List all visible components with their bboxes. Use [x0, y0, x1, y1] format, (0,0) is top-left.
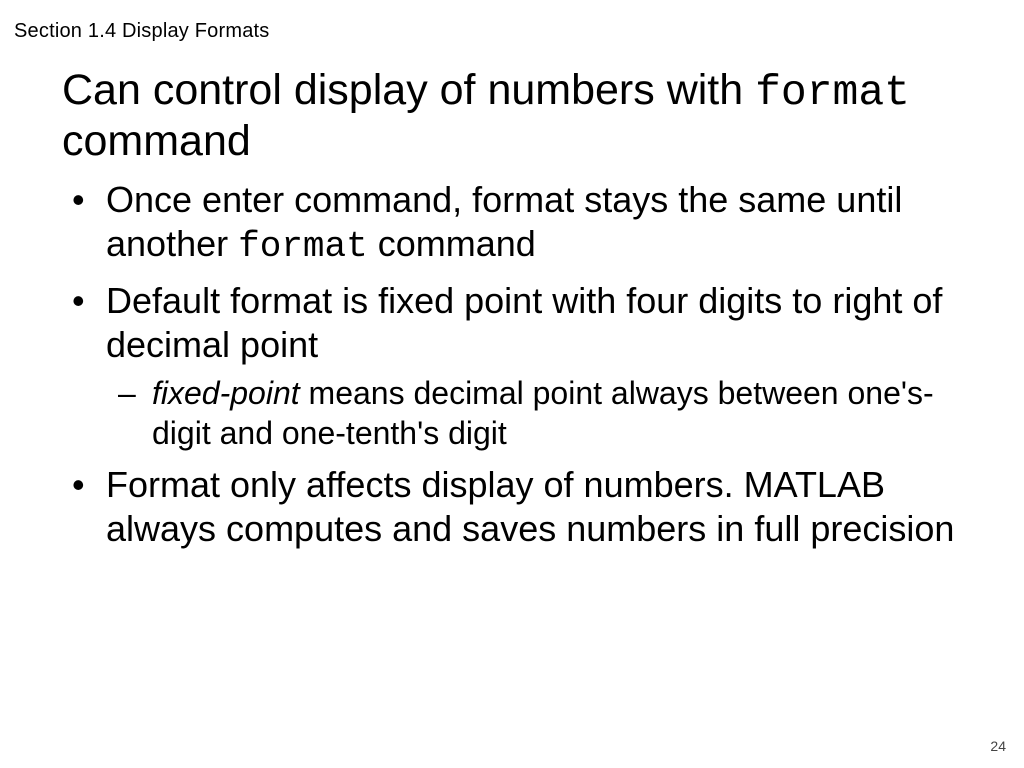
sub-bullet-list: fixed-point means decimal point always b…: [106, 373, 974, 453]
sub-bullet-em: fixed-point: [152, 375, 300, 411]
title-text-2: command: [62, 117, 251, 165]
bullet-list: Once enter command, format stays the sam…: [62, 178, 974, 550]
bullet-3-text: Format only affects display of numbers. …: [106, 464, 954, 549]
slide-title: Can control display of numbers with form…: [62, 66, 984, 167]
section-header: Section 1.4 Display Formats: [14, 20, 270, 43]
page-number: 24: [990, 738, 1006, 754]
body-content: Once enter command, format stays the sam…: [62, 178, 974, 560]
bullet-1-code: format: [238, 226, 368, 267]
bullet-2-text: Default format is fixed point with four …: [106, 280, 942, 365]
title-text-1: Can control display of numbers with: [62, 66, 755, 114]
bullet-item-1: Once enter command, format stays the sam…: [106, 178, 974, 269]
title-code: format: [755, 68, 910, 117]
bullet-item-2: Default format is fixed point with four …: [106, 279, 974, 453]
bullet-1-text-b: command: [368, 223, 536, 264]
sub-bullet-item: fixed-point means decimal point always b…: [152, 373, 974, 453]
bullet-item-3: Format only affects display of numbers. …: [106, 463, 974, 551]
